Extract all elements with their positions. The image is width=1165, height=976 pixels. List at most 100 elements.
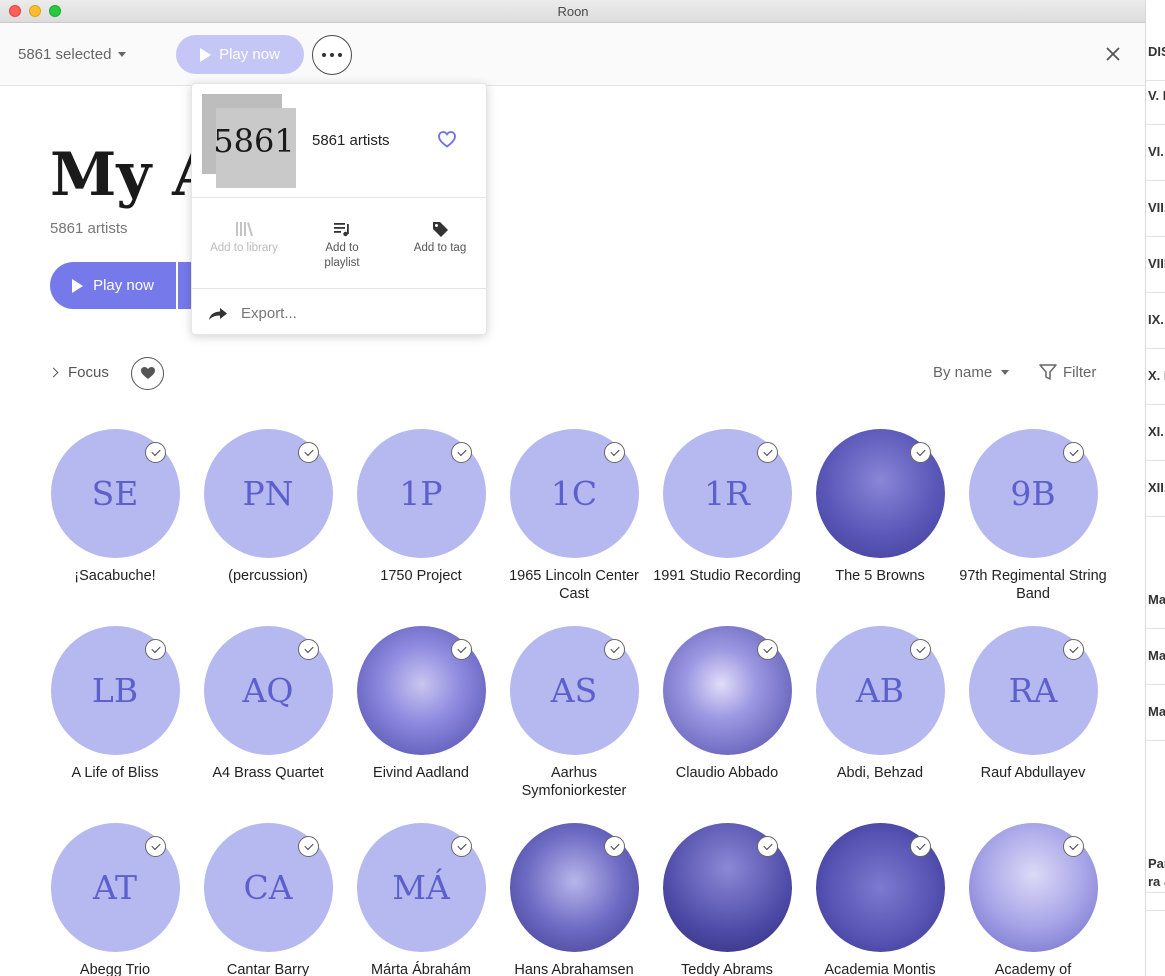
artist-name[interactable]: Aarhus Symfoniorkester	[499, 764, 649, 800]
play-icon	[72, 278, 84, 293]
selected-checkmark-icon[interactable]	[145, 836, 166, 857]
add-to-library-button[interactable]: Add to library	[195, 221, 293, 256]
artist-tile[interactable]: 1P 1750 Project	[346, 429, 496, 585]
selected-checkmark-icon[interactable]	[604, 442, 625, 463]
focus-label: Focus	[68, 364, 109, 381]
artist-name[interactable]: The 5 Browns	[805, 567, 955, 585]
artist-tile[interactable]: Hans Abrahamsen	[499, 823, 649, 976]
more-options-button[interactable]	[312, 35, 352, 75]
artist-tile[interactable]: CA Cantar Barry	[193, 823, 343, 976]
divider	[1146, 292, 1165, 293]
background-track-row: Maj	[1148, 592, 1165, 607]
divider	[1146, 236, 1165, 237]
artist-name[interactable]: 1991 Studio Recording	[652, 567, 802, 585]
artist-name[interactable]: Cantar Barry	[193, 961, 343, 976]
artist-name[interactable]: Abdi, Behzad	[805, 764, 955, 782]
artist-initials: MÁ	[392, 868, 450, 907]
export-menu-item[interactable]: Export...	[208, 305, 297, 322]
caret-down-icon	[1001, 370, 1010, 375]
artist-tile[interactable]: AQ A4 Brass Quartet	[193, 626, 343, 782]
selected-checkmark-icon[interactable]	[451, 442, 472, 463]
focus-toggle[interactable]: Focus	[48, 364, 109, 381]
background-track-row: VIII	[1148, 256, 1165, 271]
artist-tile[interactable]: 9B 97th Regimental String Band	[958, 429, 1108, 603]
artist-name[interactable]: Claudio Abbado	[652, 764, 802, 782]
filter-button[interactable]: Filter	[1039, 364, 1096, 381]
artist-initials: RA	[1008, 671, 1058, 710]
selected-checkmark-icon[interactable]	[145, 442, 166, 463]
selected-checkmark-icon[interactable]	[757, 836, 778, 857]
playlist-icon	[334, 223, 349, 237]
selected-checkmark-icon[interactable]	[1063, 442, 1084, 463]
artist-tile[interactable]: The 5 Browns	[805, 429, 955, 585]
selected-checkmark-icon[interactable]	[451, 836, 472, 857]
selected-checkmark-icon[interactable]	[451, 639, 472, 660]
selected-checkmark-icon[interactable]	[1063, 639, 1084, 660]
selected-checkmark-icon[interactable]	[910, 836, 931, 857]
artist-initials: AS	[550, 671, 598, 710]
artist-initials: SE	[91, 474, 139, 513]
selected-checkmark-icon[interactable]	[298, 442, 319, 463]
artist-name[interactable]: A4 Brass Quartet	[193, 764, 343, 782]
selected-checkmark-icon[interactable]	[298, 836, 319, 857]
artist-tile[interactable]: MÁ Márta Ábrahám	[346, 823, 496, 976]
artist-tile[interactable]: LB A Life of Bliss	[40, 626, 190, 782]
close-icon[interactable]	[1104, 45, 1122, 63]
artist-initials: AQ	[242, 671, 294, 710]
artist-name[interactable]: Abegg Trio	[40, 961, 190, 976]
artist-tile[interactable]: Eivind Aadland	[346, 626, 496, 782]
play-now-label: Play now	[93, 277, 154, 294]
selected-checkmark-icon[interactable]	[604, 639, 625, 660]
artist-name[interactable]: Eivind Aadland	[346, 764, 496, 782]
artist-tile[interactable]: AS Aarhus Symfoniorkester	[499, 626, 649, 800]
artist-name[interactable]: A Life of Bliss	[40, 764, 190, 782]
artist-name[interactable]: Teddy Abrams	[652, 961, 802, 976]
artist-name[interactable]: Academy of	[958, 961, 1108, 976]
add-to-playlist-label: Add to playlist	[324, 242, 360, 269]
artist-name[interactable]: 1750 Project	[346, 567, 496, 585]
artist-tile[interactable]: AB Abdi, Behzad	[805, 626, 955, 782]
selected-checkmark-icon[interactable]	[298, 639, 319, 660]
favorites-filter-button[interactable]	[131, 357, 164, 390]
heart-outline-icon[interactable]	[438, 131, 456, 148]
artist-name[interactable]: Hans Abrahamsen	[499, 961, 649, 976]
add-to-playlist-button[interactable]: Add to playlist	[293, 221, 391, 271]
artist-tile[interactable]: AT Abegg Trio	[40, 823, 190, 976]
artist-name[interactable]: 1965 Lincoln Center Cast	[499, 567, 649, 603]
roon-window: Roon 5861 selected Play now My Artists 5…	[0, 0, 1146, 976]
sort-dropdown[interactable]: By name	[933, 364, 1010, 381]
selected-checkmark-icon[interactable]	[757, 639, 778, 660]
artist-tile[interactable]: Claudio Abbado	[652, 626, 802, 782]
selected-checkmark-icon[interactable]	[604, 836, 625, 857]
selected-checkmark-icon[interactable]	[910, 639, 931, 660]
artist-tile[interactable]: Academy of	[958, 823, 1108, 976]
selection-count-dropdown[interactable]: 5861 selected	[18, 46, 127, 63]
artist-tile[interactable]: RA Rauf Abdullayev	[958, 626, 1108, 782]
add-to-tag-button[interactable]: Add to tag	[391, 221, 489, 256]
export-label: Export...	[241, 305, 297, 322]
artist-name[interactable]: Academia Montis	[805, 961, 955, 976]
background-track-row: V. F	[1148, 88, 1165, 103]
divider	[1146, 404, 1165, 405]
artist-name[interactable]: 97th Regimental String Band	[958, 567, 1108, 603]
popup-title: 5861 artists	[312, 132, 390, 149]
artist-name[interactable]: (percussion)	[193, 567, 343, 585]
selected-checkmark-icon[interactable]	[910, 442, 931, 463]
selection-play-now-button[interactable]: Play now	[176, 35, 304, 74]
artist-name[interactable]: ¡Sacabuche!	[40, 567, 190, 585]
dot	[330, 53, 334, 57]
selected-checkmark-icon[interactable]	[757, 442, 778, 463]
selected-checkmark-icon[interactable]	[145, 639, 166, 660]
artist-tile[interactable]: SE ¡Sacabuche!	[40, 429, 190, 585]
filter-label: Filter	[1063, 364, 1097, 381]
artist-tile[interactable]: Academia Montis	[805, 823, 955, 976]
artist-tile[interactable]: PN (percussion)	[193, 429, 343, 585]
artist-tile[interactable]: 1R 1991 Studio Recording	[652, 429, 802, 585]
divider	[1146, 460, 1165, 461]
selected-checkmark-icon[interactable]	[1063, 836, 1084, 857]
artist-name[interactable]: Márta Ábrahám	[346, 961, 496, 976]
artist-name[interactable]: Rauf Abdullayev	[958, 764, 1108, 782]
artist-tile[interactable]: 1C 1965 Lincoln Center Cast	[499, 429, 649, 603]
artist-tile[interactable]: Teddy Abrams	[652, 823, 802, 976]
play-now-button[interactable]: Play now	[50, 262, 176, 309]
